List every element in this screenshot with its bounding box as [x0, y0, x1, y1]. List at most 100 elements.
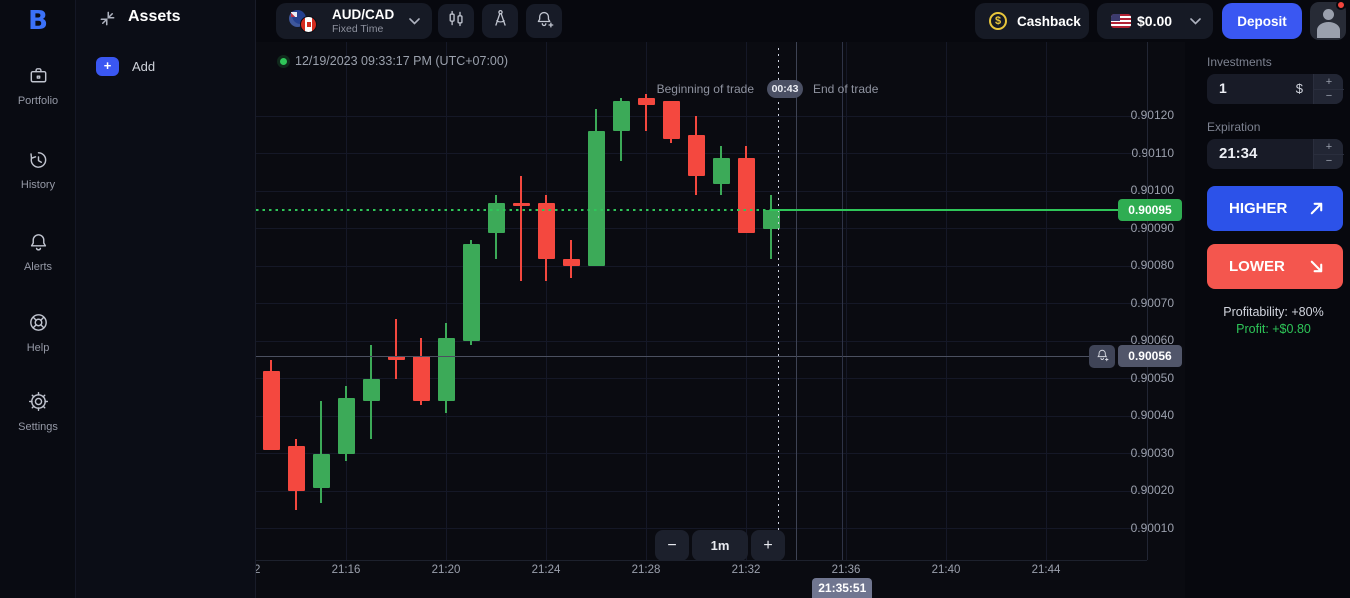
- asset-selector[interactable]: AUD/CAD Fixed Time: [276, 3, 432, 39]
- h-gridline: [256, 228, 1147, 229]
- v-gridline: [346, 42, 347, 560]
- lower-button[interactable]: LOWER: [1207, 244, 1343, 289]
- cashback-coin-icon: $: [989, 12, 1007, 30]
- h-gridline: [256, 191, 1147, 192]
- notification-dot: [1336, 0, 1346, 10]
- candle-body: [338, 398, 355, 454]
- candle-body: [588, 131, 605, 266]
- candle-body: [663, 101, 680, 139]
- end-of-trade-label: End of trade: [813, 82, 878, 96]
- drawing-tools-button[interactable]: [482, 4, 518, 38]
- candle-body: [563, 259, 580, 267]
- balance-value: $0.00: [1137, 13, 1172, 29]
- expiration-value[interactable]: 21:34: [1219, 145, 1257, 162]
- candle-body: [463, 244, 480, 342]
- candle-body: [738, 158, 755, 233]
- sidebar-item-label: Alerts: [0, 261, 76, 273]
- end-time-tag: 21:35:51: [812, 578, 872, 598]
- trade-begin-line: [796, 42, 797, 560]
- candle-body: [438, 338, 455, 402]
- investment-value[interactable]: 1: [1219, 80, 1227, 96]
- candle-body: [313, 454, 330, 488]
- chart-plot[interactable]: 0.901200.901100.901000.900900.900800.900…: [256, 42, 1185, 598]
- expiration-input[interactable]: 21:34 + −: [1207, 139, 1343, 169]
- expiration-label: Expiration: [1207, 120, 1260, 134]
- candle-body: [388, 356, 405, 360]
- x-axis-label: 21:16: [321, 564, 371, 576]
- investments-label: Investments: [1207, 55, 1272, 69]
- x-axis-label: 21:20: [421, 564, 471, 576]
- x-axis-label: 21:28: [621, 564, 671, 576]
- assets-panel: Assets + Add: [76, 0, 256, 598]
- live-status-dot: [280, 58, 287, 65]
- profitability-text: Profitability: +80%: [1197, 305, 1350, 319]
- sidebar-item-label: Portfolio: [0, 95, 76, 107]
- chart-type-button[interactable]: [438, 4, 474, 38]
- h-gridline: [256, 341, 1147, 342]
- increase-investment-button[interactable]: +: [1314, 74, 1344, 89]
- sidebar-item-portfolio[interactable]: Portfolio: [0, 64, 76, 107]
- higher-button[interactable]: HIGHER: [1207, 186, 1343, 231]
- zoom-in-button[interactable]: +: [751, 530, 785, 561]
- cashback-label: Cashback: [1017, 14, 1081, 29]
- balance-selector[interactable]: $0.00: [1097, 3, 1213, 39]
- zoom-out-button[interactable]: −: [655, 530, 689, 561]
- add-asset-button[interactable]: +: [96, 57, 119, 76]
- v-gridline: [446, 42, 447, 560]
- history-icon: [27, 158, 50, 175]
- alert-bell-button[interactable]: [1089, 345, 1115, 368]
- beginning-of-trade-label: Beginning of trade: [636, 82, 754, 96]
- candle-body: [288, 446, 305, 491]
- create-alert-button[interactable]: [526, 4, 562, 38]
- x-axis-label: 21:24: [521, 564, 571, 576]
- candle-wick: [395, 319, 397, 379]
- y-axis-label: 0.90020: [1104, 483, 1174, 497]
- x-axis-label: 21:44: [1021, 564, 1071, 576]
- investment-input[interactable]: 1 $ + −: [1207, 74, 1343, 104]
- candle-body: [263, 371, 280, 450]
- deposit-button[interactable]: Deposit: [1222, 3, 1302, 39]
- candle-body: [513, 203, 530, 207]
- increase-expiration-button[interactable]: +: [1314, 139, 1344, 154]
- y-axis-label: 0.90030: [1104, 446, 1174, 460]
- candle-body: [413, 356, 430, 401]
- candle-body: [613, 101, 630, 131]
- interval-selector[interactable]: 1m: [692, 530, 748, 561]
- lifebuoy-icon: [27, 321, 50, 338]
- add-asset-label[interactable]: Add: [132, 59, 155, 74]
- sidebar-item-settings[interactable]: Settings: [0, 390, 76, 433]
- arrow-up-right-icon: [1308, 200, 1325, 217]
- cashback-button[interactable]: $ Cashback: [975, 3, 1089, 39]
- v-gridline: [846, 42, 847, 560]
- briefcase-icon: [27, 74, 50, 91]
- collapse-panel-icon[interactable]: [98, 9, 117, 33]
- x-axis-label: 21:40: [921, 564, 971, 576]
- bell-icon: [27, 240, 50, 257]
- h-gridline: [256, 416, 1147, 417]
- profit-text: Profit: +$0.80: [1197, 322, 1350, 336]
- y-axis-label: 0.90080: [1104, 258, 1174, 272]
- chart-timestamp: 12/19/2023 09:33:17 PM (UTC+07:00): [295, 54, 508, 68]
- decrease-expiration-button[interactable]: −: [1314, 154, 1344, 169]
- current-time-line: [778, 48, 779, 560]
- sidebar-item-label: Settings: [0, 421, 76, 433]
- asset-mode-label: Fixed Time: [332, 23, 394, 35]
- decrease-investment-button[interactable]: −: [1314, 89, 1344, 104]
- expiration-stepper: + −: [1313, 139, 1343, 169]
- trade-end-line: [842, 42, 843, 560]
- investment-stepper: + −: [1313, 74, 1343, 104]
- v-gridline: [546, 42, 547, 560]
- y-axis-label: 0.90090: [1104, 221, 1174, 235]
- plot-border: [1147, 42, 1148, 560]
- candle-body: [638, 98, 655, 106]
- alarm-plus-icon: [534, 8, 555, 34]
- lower-label: LOWER: [1229, 258, 1285, 275]
- arrow-down-right-icon: [1308, 258, 1325, 275]
- app-logo-icon[interactable]: B: [0, 6, 76, 36]
- sidebar-item-alerts[interactable]: Alerts: [0, 230, 76, 273]
- sidebar-item-history[interactable]: History: [0, 148, 76, 191]
- h-gridline: [256, 266, 1147, 267]
- usd-flag-icon: [1111, 14, 1131, 28]
- user-silhouette-icon: [1323, 9, 1334, 20]
- sidebar-item-help[interactable]: Help: [0, 311, 76, 354]
